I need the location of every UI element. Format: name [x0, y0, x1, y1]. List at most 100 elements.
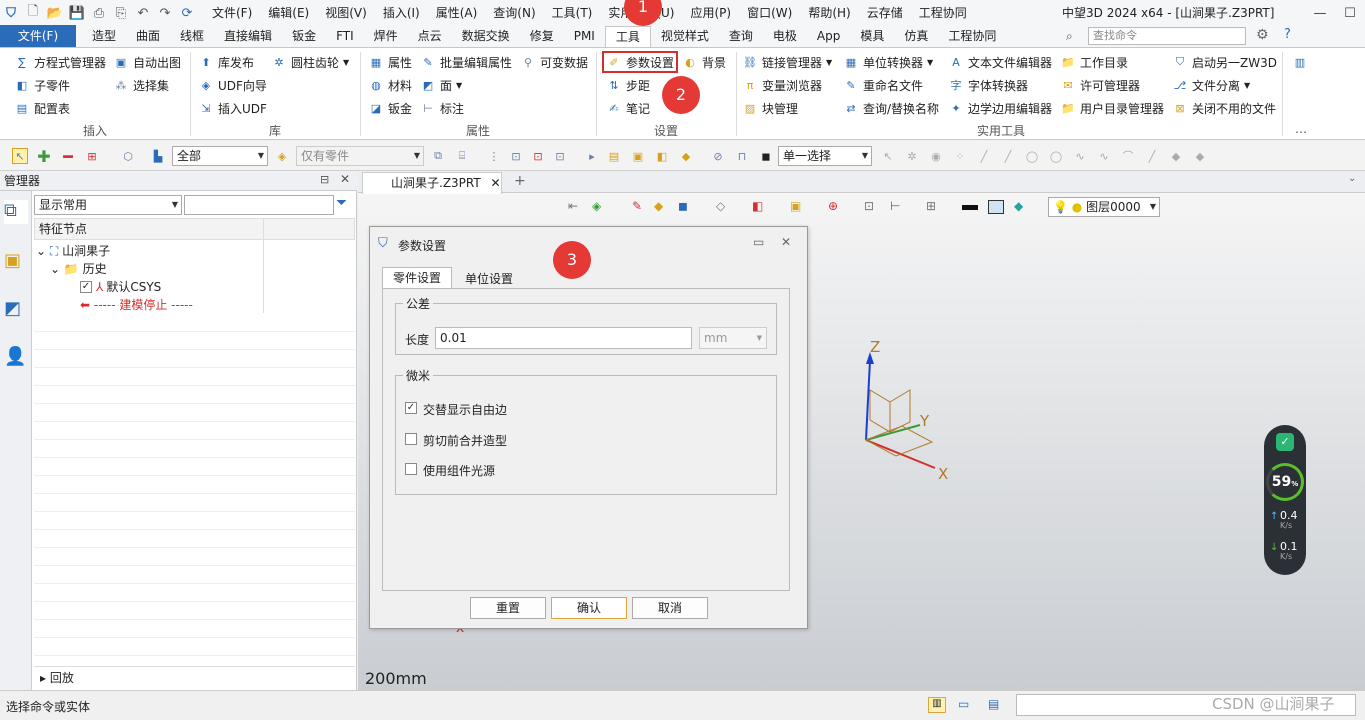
line-icon[interactable]: ╱ — [1000, 148, 1016, 164]
view-tool-icon[interactable]: ✎ — [632, 199, 642, 213]
menu-help[interactable]: 帮助(H) — [800, 0, 858, 26]
spur-gear-button[interactable]: ✲ 圆柱齿轮 ▼ — [271, 52, 349, 72]
background-button[interactable]: ◐ 背景 — [682, 52, 726, 72]
select-mode-combo[interactable]: 单一选择 ▼ — [778, 146, 872, 166]
collapse-icon[interactable]: ⌄ — [36, 244, 46, 258]
filter-icon[interactable]: ▙ — [150, 148, 166, 164]
save-icon[interactable]: 💾 — [66, 2, 88, 24]
tab-unit-settings[interactable]: 单位设置 — [454, 269, 524, 289]
tab-data-exchange[interactable]: 数据交换 — [452, 26, 520, 47]
layer-combo[interactable]: 💡 ● 图层0000 ▼ — [1048, 197, 1160, 217]
print-icon[interactable]: ⎙ — [88, 2, 110, 24]
tab-weldment[interactable]: 焊件 — [364, 26, 408, 47]
variable-data-button[interactable]: ⚲ 可变数据 — [520, 52, 588, 72]
close-unused-files-button[interactable]: ⊠ 关闭不用的文件 — [1172, 98, 1276, 118]
minimize-button[interactable]: — — [1305, 0, 1335, 26]
collapse-icon[interactable]: ⌄ — [50, 262, 60, 276]
stop-icon[interactable]: ◼ — [758, 148, 774, 164]
tree-node-stop-modeling[interactable]: ⬅ ----- 建模停止 ----- — [80, 296, 193, 314]
unit-select[interactable]: mm ▼ — [699, 327, 767, 349]
parameter-settings-button[interactable]: ✐ 参数设置 — [602, 51, 679, 73]
select-tool-icon[interactable]: ↖ — [880, 148, 896, 164]
view-undo-icon[interactable]: ⇤ — [568, 199, 578, 213]
assembly-icon[interactable]: ▣ — [4, 250, 28, 274]
open-icon[interactable]: 📂 — [44, 2, 66, 24]
history-manager-icon[interactable]: ⧉ — [4, 200, 28, 224]
subpart-button[interactable]: ◧ 子零件 — [14, 75, 70, 95]
menu-insert[interactable]: 插入(I) — [375, 0, 428, 26]
tab-visual-style[interactable]: 视觉样式 — [651, 26, 719, 47]
remove-icon[interactable]: ━ — [60, 147, 76, 166]
dimension-button[interactable]: ⊢ 标注 — [420, 98, 464, 118]
selection-set-button[interactable]: ⁂ 选择集 — [113, 75, 170, 95]
tab-collab[interactable]: 工程协同 — [938, 26, 1006, 47]
menu-collab[interactable]: 工程协同 — [911, 0, 975, 26]
line-weight-icon[interactable] — [962, 205, 978, 210]
dialog-comment-icon[interactable]: ▭ — [753, 235, 764, 249]
tab-wireframe[interactable]: 线框 — [170, 26, 214, 47]
launch-another-button[interactable]: ⛉ 启动另一ZW3D — [1172, 52, 1277, 72]
funnel-filter-icon[interactable]: ⏷ — [336, 195, 347, 211]
toolbar-icon[interactable]: ⊘ — [710, 148, 726, 164]
section-icon[interactable]: ◧ — [752, 199, 763, 213]
component-lighting-checkbox[interactable] — [405, 463, 417, 475]
menu-tools[interactable]: 工具(T) — [544, 0, 601, 26]
tab-app[interactable]: App — [807, 26, 850, 47]
measure-icon[interactable]: ⊢ — [890, 199, 900, 213]
attribute-button[interactable]: ▦ 属性 — [368, 52, 412, 72]
tab-surface[interactable]: 曲面 — [126, 26, 170, 47]
settings-gear-icon[interactable]: ⚙ — [1256, 27, 1269, 43]
menu-view[interactable]: 视图(V) — [317, 0, 375, 26]
menu-file[interactable]: 文件(F) — [204, 0, 260, 26]
file-separate-button[interactable]: ⎇ 文件分离 ▼ — [1172, 75, 1251, 95]
toolbar-icon[interactable]: ◆ — [678, 148, 694, 164]
toolbar-icon[interactable]: ▣ — [630, 148, 646, 164]
tab-list-icon[interactable]: ⌄ — [1348, 173, 1356, 184]
select-tool-icon[interactable]: ⁘ — [952, 148, 968, 164]
config-table-button[interactable]: ▤ 配置表 — [14, 98, 70, 118]
alt-free-edges-checkbox[interactable]: ✓ — [405, 402, 417, 414]
tree-node-root[interactable]: ⌄ ⛶ 山涧果子 — [36, 242, 110, 260]
tab-electrode[interactable]: 电极 — [763, 26, 807, 47]
spline-icon[interactable]: ∿ — [1072, 148, 1088, 164]
menu-query[interactable]: 查询(N) — [485, 0, 543, 26]
monitor-icon[interactable]: ▭ — [958, 697, 969, 711]
view-tool-icon[interactable]: ◈ — [592, 199, 601, 213]
pin-icon[interactable]: ⊟ — [320, 173, 329, 186]
tab-mold[interactable]: 模具 — [850, 26, 894, 47]
tab-modeling[interactable]: 造型 — [82, 26, 126, 47]
maximize-button[interactable]: ☐ — [1335, 0, 1365, 26]
status-toggle-icon[interactable]: ▥ — [928, 697, 946, 713]
udf-wizard-button[interactable]: ◈ UDF向导 — [198, 75, 267, 95]
parts-only-combo[interactable]: 仅有零件 ▼ — [296, 146, 424, 166]
tree-node-csys[interactable]: ✓ ⅄ 默认CSYS — [80, 278, 161, 296]
toolbar-icon[interactable]: ⊡ — [508, 148, 524, 164]
new-icon[interactable]: 🗋 — [22, 2, 44, 24]
app-logo-icon[interactable]: ⛉ — [0, 2, 22, 24]
close-icon[interactable]: ✕ — [340, 172, 350, 186]
tree-node-history[interactable]: ⌄ 📁 历史 — [50, 260, 107, 278]
select-tool-icon[interactable]: ◉ — [928, 148, 944, 164]
ok-button[interactable]: 确认 — [551, 597, 627, 619]
link-manager-button[interactable]: ⛓ 链接管理器 ▼ — [742, 52, 832, 72]
select-tool-icon[interactable]: ✲ — [904, 148, 920, 164]
query-replace-name-button[interactable]: ⇄ 查询/替换名称 — [843, 98, 939, 118]
note-button[interactable]: ✍ 笔记 — [606, 98, 650, 118]
display-filter-combo[interactable]: 显示常用 ▼ — [34, 195, 182, 215]
toolbar-icon[interactable]: ▸ — [584, 148, 600, 164]
expand-icon[interactable]: ▸ — [40, 671, 46, 685]
reset-button[interactable]: 重置 — [470, 597, 546, 619]
block-manager-button[interactable]: ▨ 块管理 — [742, 98, 798, 118]
tab-part-settings[interactable]: 零件设置 — [382, 267, 452, 289]
circle-icon[interactable]: ◯ — [1024, 148, 1040, 164]
tab-simulation[interactable]: 仿真 — [894, 26, 938, 47]
filter-box-icon[interactable]: ⊞ — [84, 148, 100, 164]
user-icon[interactable]: 👤 — [4, 346, 28, 370]
view-manager-icon[interactable]: ◩ — [4, 298, 28, 322]
pick-cursor-icon[interactable]: ↖ — [12, 148, 28, 164]
target-icon[interactable]: ⊕ — [828, 199, 838, 213]
help-icon[interactable]: ? — [1284, 27, 1291, 42]
tab-query[interactable]: 查询 — [719, 26, 763, 47]
snap-options-icon[interactable]: ⌸ — [454, 148, 470, 164]
license-manager-button[interactable]: ✉ 许可管理器 — [1060, 75, 1140, 95]
